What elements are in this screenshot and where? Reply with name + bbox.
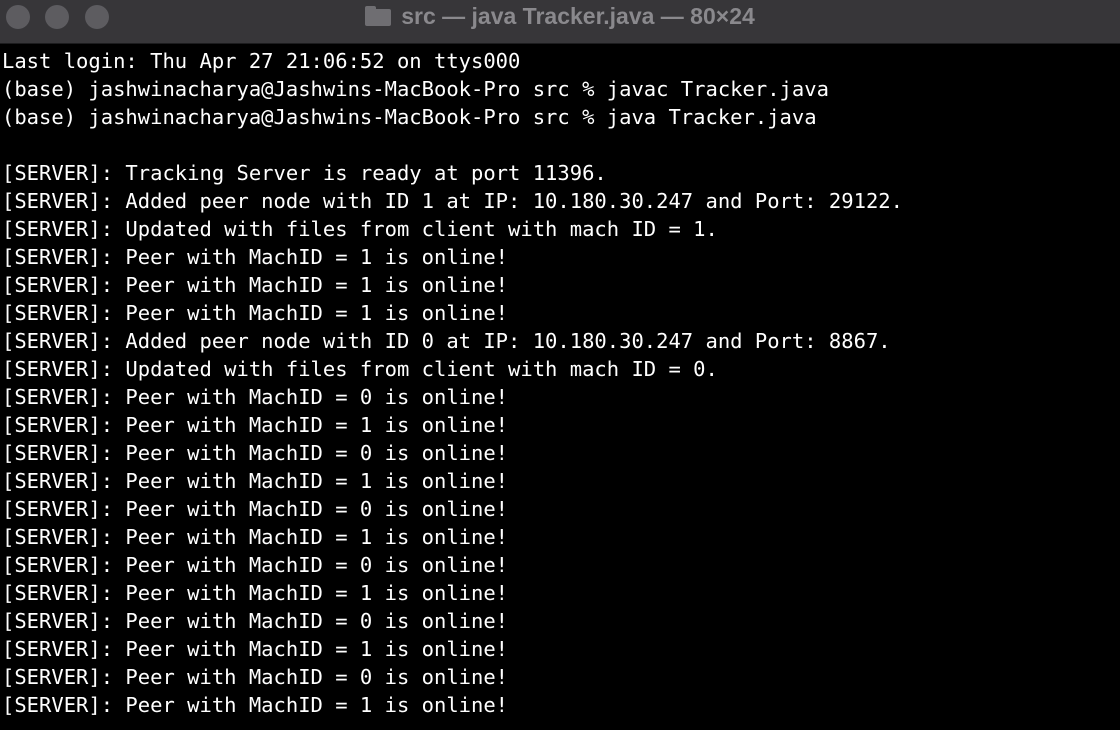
terminal-line: [SERVER]: Peer with MachID = 1 is online… (2, 301, 509, 325)
terminal-line: Last login: Thu Apr 27 21:06:52 on ttys0… (2, 49, 521, 73)
terminal-line: [SERVER]: Peer with MachID = 0 is online… (2, 553, 509, 577)
terminal-line: [SERVER]: Peer with MachID = 0 is online… (2, 441, 509, 465)
terminal-output[interactable]: Last login: Thu Apr 27 21:06:52 on ttys0… (0, 47, 1120, 730)
terminal-window: src — java Tracker.java — 80×24 Last log… (0, 0, 1120, 730)
terminal-line: [SERVER]: Peer with MachID = 1 is online… (2, 413, 509, 437)
terminal-line: (base) jashwinacharya@Jashwins-MacBook-P… (2, 105, 817, 129)
terminal-line: [SERVER]: Peer with MachID = 1 is online… (2, 469, 509, 493)
folder-icon (365, 6, 392, 26)
terminal-line: [SERVER]: Tracking Server is ready at po… (2, 161, 607, 185)
terminal-line: [SERVER]: Updated with files from client… (2, 217, 718, 241)
terminal-line: [SERVER]: Peer with MachID = 1 is online… (2, 245, 509, 269)
terminal-line: [SERVER]: Peer with MachID = 1 is online… (2, 273, 509, 297)
window-title-area: src — java Tracker.java — 80×24 (0, 0, 1120, 32)
terminal-line: [SERVER]: Added peer node with ID 1 at I… (2, 189, 903, 213)
terminal-line: [SERVER]: Peer with MachID = 1 is online… (2, 637, 509, 661)
window-title: src — java Tracker.java — 80×24 (401, 2, 755, 29)
terminal-line: [SERVER]: Peer with MachID = 0 is online… (2, 385, 509, 409)
terminal-line: [SERVER]: Peer with MachID = 0 is online… (2, 665, 509, 689)
terminal-line: [SERVER]: Added peer node with ID 0 at I… (2, 329, 891, 353)
terminal-line: [SERVER]: Peer with MachID = 0 is online… (2, 497, 509, 521)
terminal-line: [SERVER]: Peer with MachID = 1 is online… (2, 525, 509, 549)
terminal-line: (base) jashwinacharya@Jashwins-MacBook-P… (2, 77, 829, 101)
terminal-line: [SERVER]: Peer with MachID = 1 is online… (2, 693, 509, 717)
window-title-group: src — java Tracker.java — 80×24 (365, 3, 755, 30)
terminal-line: [SERVER]: Updated with files from client… (2, 357, 718, 381)
terminal-line: [SERVER]: Peer with MachID = 0 is online… (2, 609, 509, 633)
terminal-line: [SERVER]: Peer with MachID = 1 is online… (2, 581, 509, 605)
title-bar[interactable]: src — java Tracker.java — 80×24 (0, 0, 1120, 44)
